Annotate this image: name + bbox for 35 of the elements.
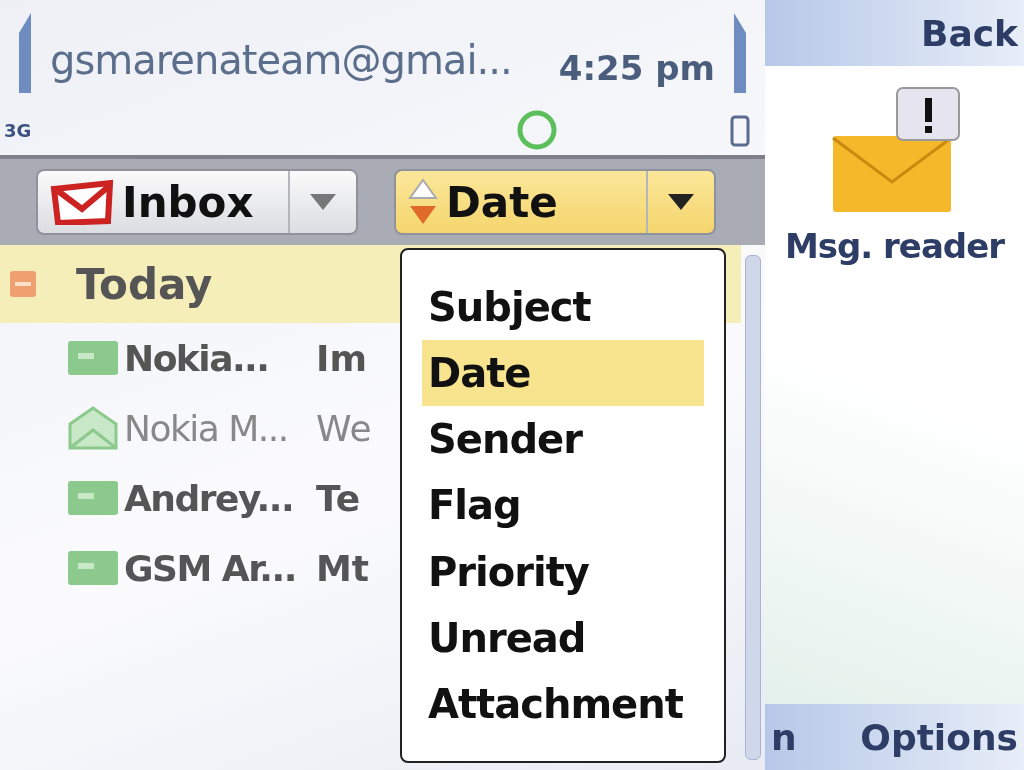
- folder-dropdown[interactable]: Inbox: [36, 169, 358, 235]
- left-softkey[interactable]: n: [771, 716, 797, 758]
- message-row[interactable]: GSM Ar... Mt: [0, 533, 398, 603]
- caret-icon: [668, 194, 694, 210]
- message-subject: Te: [316, 477, 361, 519]
- sort-dropdown[interactable]: Date: [394, 169, 716, 235]
- message-row[interactable]: Andrey... Te: [0, 463, 398, 533]
- options-softkey[interactable]: Options: [860, 716, 1018, 758]
- app-label: Msg. reader: [784, 226, 1005, 266]
- message-sender: Nokia M...: [124, 407, 289, 449]
- message-sender: Nokia...: [124, 337, 270, 379]
- message-row[interactable]: Nokia... Im: [0, 323, 398, 393]
- message-subject: We: [316, 407, 372, 449]
- menu-item[interactable]: Priority: [422, 538, 704, 605]
- clock-time: 4:25 pm: [558, 46, 715, 88]
- menu-item[interactable]: Flag: [422, 472, 704, 539]
- network-type: 3G: [3, 119, 33, 141]
- message-subject: Mt: [316, 547, 370, 589]
- sort-button[interactable]: Date: [396, 171, 646, 233]
- sort-order-icon: [408, 178, 438, 226]
- message-subject: Im: [316, 337, 367, 379]
- account-name: gsmarenateam@gmai...: [50, 35, 513, 83]
- scroll-bar[interactable]: [745, 255, 761, 760]
- message-sender: Andrey...: [124, 477, 295, 519]
- message-sender: GSM Ar...: [124, 547, 297, 589]
- folder-button[interactable]: Inbox: [38, 171, 288, 233]
- group-label: Today: [76, 259, 213, 309]
- menu-item[interactable]: Sender: [422, 406, 704, 473]
- battery-icon: [729, 113, 751, 147]
- collapse-icon: [10, 271, 36, 297]
- menu-item[interactable]: Date: [422, 340, 704, 407]
- menu-item[interactable]: Attachment: [422, 670, 704, 737]
- mail-logo-icon: [50, 179, 114, 225]
- caret-icon: [310, 194, 336, 210]
- menu-item[interactable]: Unread: [422, 604, 704, 671]
